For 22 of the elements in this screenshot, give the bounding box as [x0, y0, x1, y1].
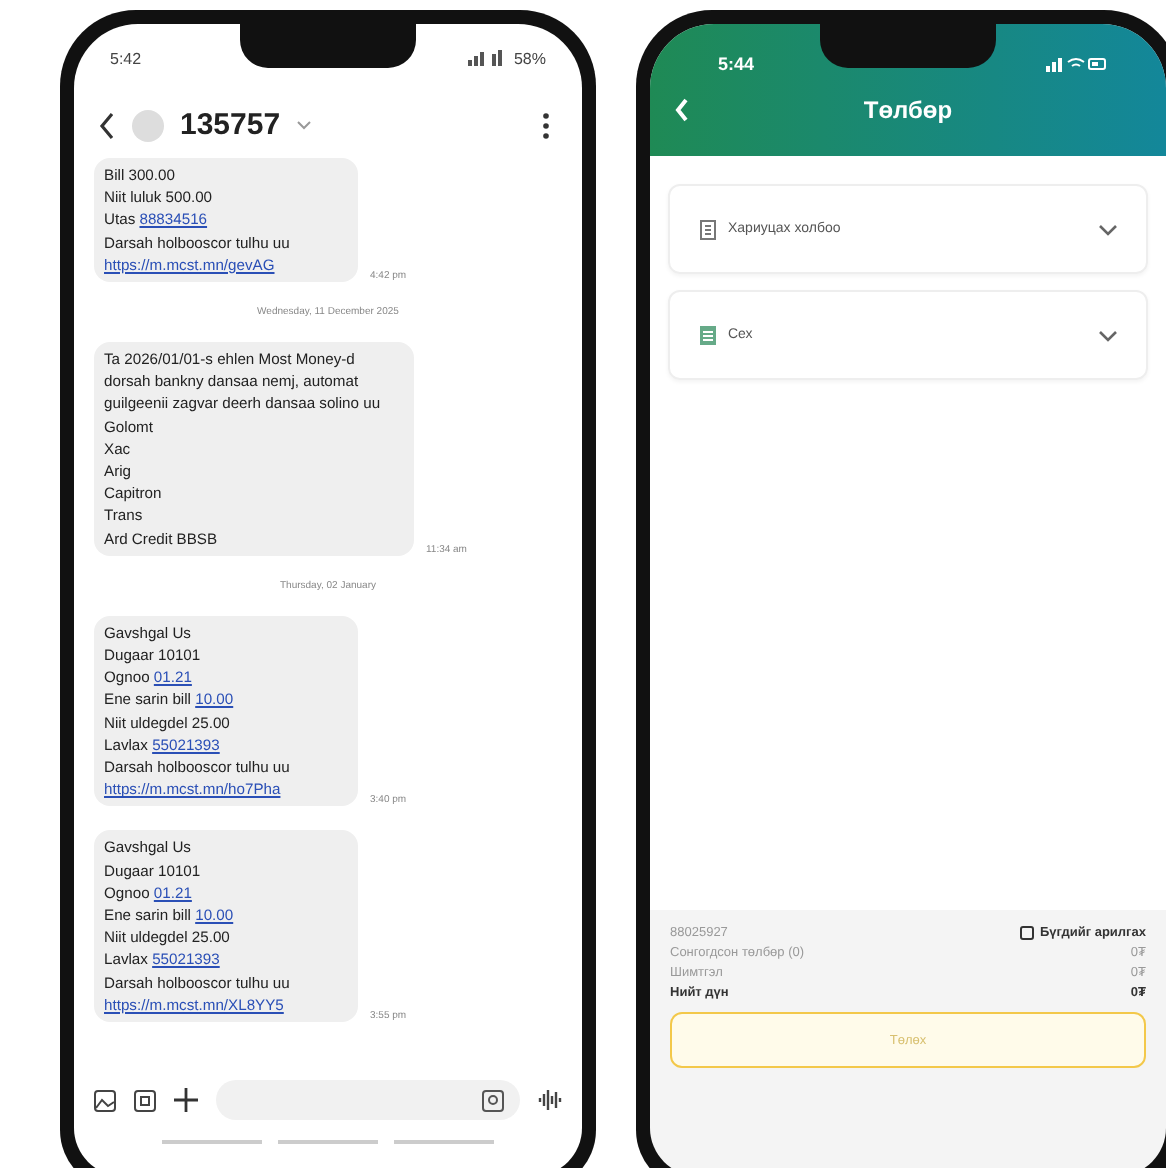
contact-title: 135757 — [180, 108, 281, 142]
chevron-icon — [1098, 329, 1118, 341]
building-icon — [698, 218, 718, 240]
voice-icon[interactable] — [538, 1090, 562, 1110]
sticker-icon[interactable] — [134, 1089, 156, 1111]
caret-icon[interactable] — [296, 120, 313, 130]
message-input[interactable] — [216, 1080, 520, 1120]
checkbox-icon — [1019, 926, 1034, 940]
plus-icon[interactable] — [174, 1088, 198, 1112]
image-icon[interactable] — [482, 1089, 504, 1111]
status-time: 5:42 — [110, 49, 142, 67]
page-title: Төлбөр — [863, 96, 953, 124]
battery-level: 58% — [513, 49, 546, 67]
chevron-icon — [1098, 223, 1118, 235]
status-time: 5:44 — [718, 54, 755, 74]
gallery-icon[interactable] — [94, 1089, 116, 1111]
document-icon — [698, 324, 718, 346]
status-icons — [1046, 56, 1106, 72]
menu-icon[interactable] — [542, 111, 550, 139]
back-button[interactable] — [98, 111, 116, 139]
signal-icon — [467, 50, 508, 66]
avatar-icon — [132, 109, 164, 141]
